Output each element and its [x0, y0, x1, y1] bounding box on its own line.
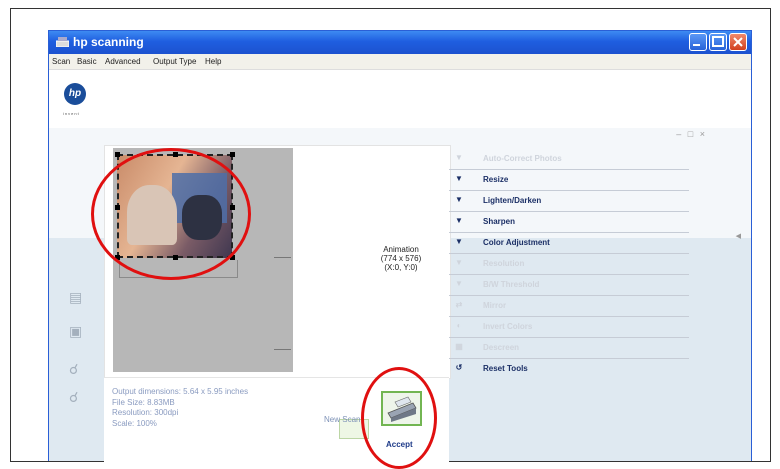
tool-resolution[interactable]: ▼ Resolution — [449, 253, 689, 275]
divider — [274, 349, 291, 350]
zoom-out-icon[interactable]: ☌ — [69, 389, 78, 406]
menu-help[interactable]: Help — [205, 57, 221, 66]
preview-size: (774 x 576) — [380, 254, 422, 263]
divider — [274, 257, 291, 258]
scale: Scale: 100% — [112, 418, 157, 428]
window-title: hp scanning — [73, 35, 144, 49]
chevron-down-icon: ▼ — [455, 216, 463, 225]
hp-logo: hp — [64, 83, 86, 105]
descreen-icon: ▦ — [455, 342, 463, 351]
tool-auto-correct[interactable]: ▼ Auto-Correct Photos — [449, 148, 689, 170]
close-icon — [733, 37, 743, 47]
tool-descreen[interactable]: ▦ Descreen — [449, 337, 689, 359]
output-dimensions: Output dimensions: 5.64 x 5.95 inches — [112, 387, 249, 396]
page-icon[interactable]: ▤ — [69, 289, 82, 306]
crop-handle[interactable] — [115, 152, 120, 157]
panel-window-controls[interactable]: – □ × — [676, 129, 707, 139]
crop-handle[interactable] — [230, 152, 235, 157]
reset-icon: ↺ — [455, 363, 463, 372]
maximize-button[interactable] — [709, 33, 727, 51]
chevron-down-icon: ▼ — [455, 258, 463, 267]
tool-bw-threshold[interactable]: ▼ B/W Threshold — [449, 274, 689, 296]
highlight-circle — [91, 148, 251, 280]
menu-scan[interactable]: Scan — [52, 57, 70, 66]
chevron-down-icon: ▼ — [455, 174, 463, 183]
tool-color-adjustment[interactable]: ▼ Color Adjustment — [449, 232, 689, 254]
menu-bar: Scan Basic Advanced Output Type Help — [49, 54, 751, 70]
tool-reset[interactable]: ↺ Reset Tools — [449, 358, 689, 379]
chevron-down-icon: ▼ — [455, 279, 463, 288]
file-size: File Size: 8.83MB — [112, 397, 175, 407]
zoom-in-icon[interactable]: ☌ — [69, 361, 78, 378]
tool-lighten-darken[interactable]: ▼ Lighten/Darken — [449, 190, 689, 212]
minimize-icon — [693, 44, 700, 46]
tool-sharpen[interactable]: ▼ Sharpen — [449, 211, 689, 233]
menu-basic[interactable]: Basic — [77, 57, 97, 66]
minimize-button[interactable] — [689, 33, 707, 51]
preview-coords: (X:0, Y:0) — [384, 263, 418, 272]
resolution: Resolution: 300dpi — [112, 408, 179, 417]
chevron-down-icon: ▼ — [455, 153, 463, 162]
scanner-app-icon — [56, 37, 69, 47]
maximize-icon — [712, 36, 724, 47]
chevron-down-icon: ▼ — [455, 237, 463, 246]
title-bar[interactable]: hp scanning — [49, 31, 751, 54]
preview-info: Animation (774 x 576) (X:0, Y:0) — [367, 245, 435, 272]
highlight-circle — [361, 367, 437, 469]
chevron-down-icon: ▼ — [455, 195, 463, 204]
mirror-icon: ⇄ — [455, 300, 463, 309]
menu-advanced[interactable]: Advanced — [105, 57, 141, 66]
tools-panel: ▼ Auto-Correct Photos ▼ Resize ▼ Lighten/Da… — [445, 145, 735, 377]
tool-resize[interactable]: ▼ Resize — [449, 169, 689, 191]
menu-output-type[interactable]: Output Type — [153, 57, 196, 66]
preview-label: Animation — [383, 245, 419, 254]
output-info: Output dimensions: 5.64 x 5.95 inches Fi… — [112, 387, 332, 429]
tool-invert-colors[interactable]: ◐ Invert Colors — [449, 316, 689, 338]
invert-icon: ◐ — [456, 321, 462, 330]
hp-logo-tagline: invent — [63, 111, 80, 116]
new-scan-button[interactable]: New Scan — [324, 415, 360, 424]
collapse-arrow-icon[interactable]: ◀ — [736, 232, 741, 240]
tool-mirror[interactable]: ⇄ Mirror — [449, 295, 689, 317]
close-button[interactable] — [729, 33, 747, 51]
add-page-icon[interactable]: ▣ — [69, 323, 82, 340]
